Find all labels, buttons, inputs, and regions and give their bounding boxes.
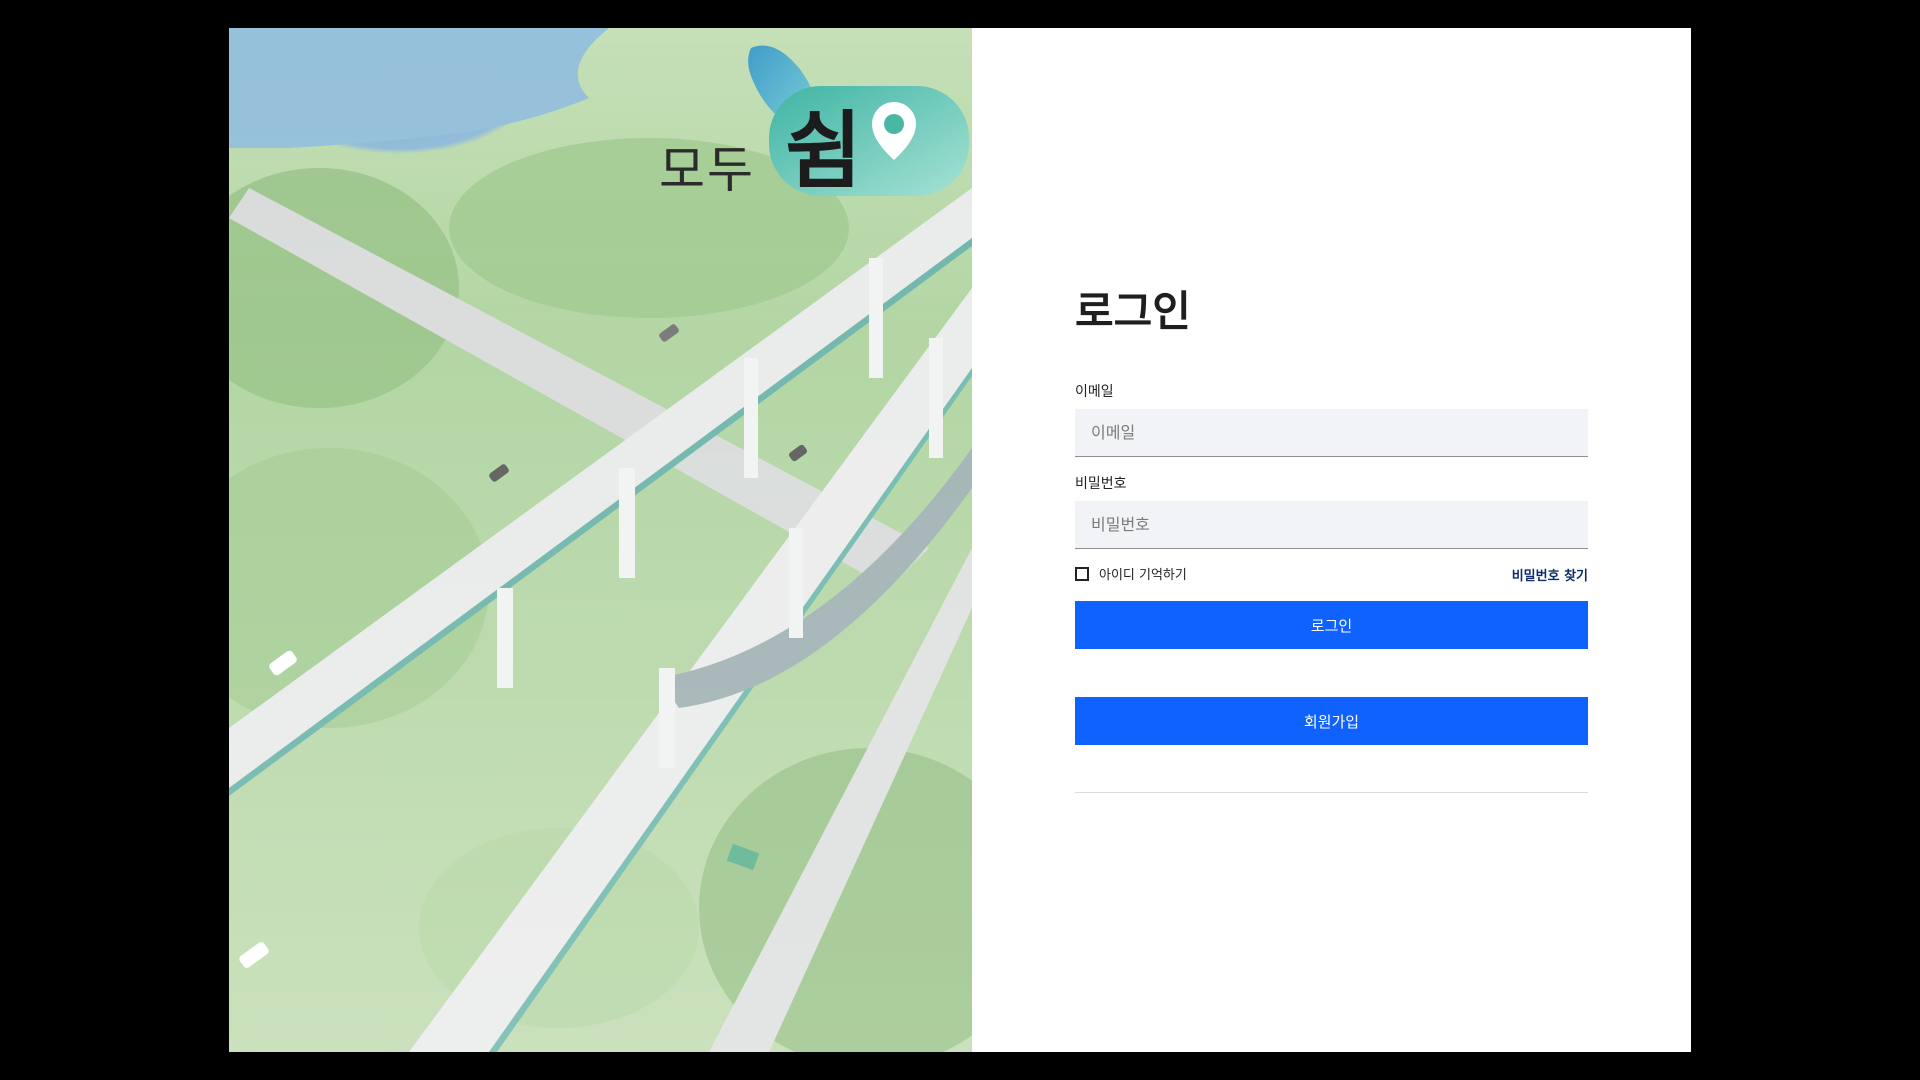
email-label: 이메일 [1075,384,1114,400]
divider [1075,792,1588,793]
login-button[interactable]: 로그인 [1075,601,1588,649]
email-field[interactable] [1075,409,1588,457]
find-password-link[interactable]: 비밀번호 찾기 [1512,565,1588,584]
login-panel: 로그인 이메일 비밀번호 아이디 기억하기 비밀번호 찾기 로그인 회원가입 [972,28,1691,1052]
brand-main: 쉼 [785,102,863,200]
password-label: 비밀번호 [1075,476,1127,492]
remember-checkbox[interactable] [1075,566,1089,581]
brand-prefix: 모두 [659,141,755,199]
remember-me[interactable]: 아이디 기억하기 [1075,564,1187,583]
hero-image: 모두 쉼 [229,28,972,1052]
page-title: 로그인 [1075,287,1191,336]
app-frame: 모두 쉼 로그인 이메일 비밀번호 아이디 기억하기 비밀번호 찾기 로그인 회… [229,28,1691,1052]
password-field[interactable] [1075,501,1588,549]
remember-label: 아이디 기억하기 [1099,568,1187,583]
signup-button[interactable]: 회원가입 [1075,697,1588,745]
